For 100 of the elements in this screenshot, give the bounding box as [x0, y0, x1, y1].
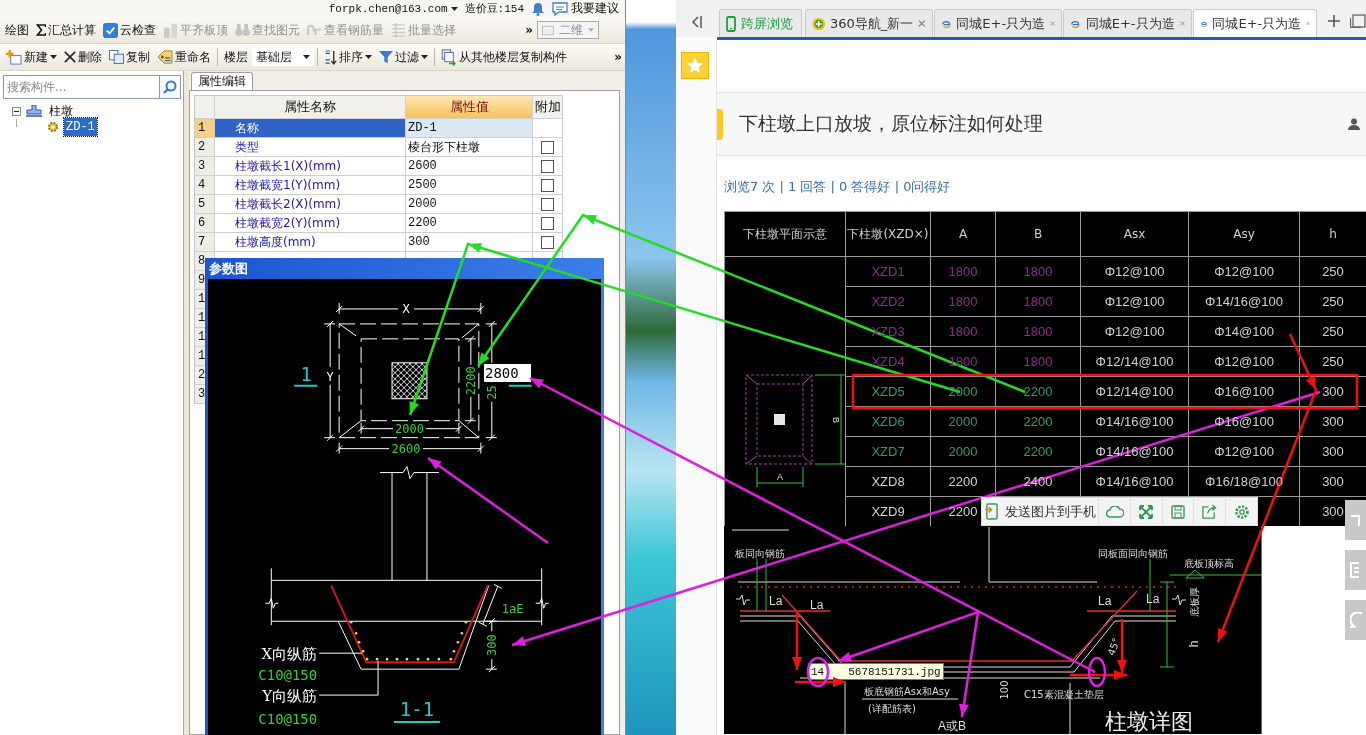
- property-value[interactable]: 2500: [406, 176, 533, 195]
- close-icon[interactable]: [1050, 19, 1056, 28]
- dimension-label: 2000: [395, 421, 424, 436]
- checkbox[interactable]: [541, 235, 554, 249]
- property-name[interactable]: 柱墩截宽1(Y)(mm): [215, 176, 406, 195]
- property-value[interactable]: ZD-1: [406, 119, 533, 138]
- browser-tab[interactable]: 360导航_新一: [804, 9, 933, 37]
- sort-button[interactable]: 排序: [321, 46, 375, 68]
- property-value[interactable]: 棱台形下柱墩: [406, 138, 533, 157]
- drawing-label: 45°: [1105, 636, 1122, 657]
- property-name[interactable]: 名称: [215, 119, 406, 138]
- checkbox[interactable]: [541, 216, 554, 230]
- leader-line: [318, 660, 379, 696]
- property-value[interactable]: 2000: [406, 195, 533, 214]
- table-cell: XZD7: [871, 444, 905, 459]
- sigma-icon: [36, 24, 46, 36]
- table-cell: 1800: [948, 354, 978, 369]
- table-cell: 250: [1322, 264, 1344, 279]
- browser-tab[interactable]: 同城E+-只为造: [1192, 9, 1318, 37]
- table-cell: 2200: [1023, 384, 1053, 399]
- close-icon[interactable]: [918, 19, 926, 28]
- row-number: 4: [195, 176, 215, 195]
- account-menu[interactable]: forpk.chen@163.com: [328, 2, 458, 15]
- rebar-label: Y向纵筋: [262, 687, 318, 706]
- dimension-label: A: [777, 472, 783, 482]
- checkbox[interactable]: [541, 178, 554, 192]
- tree-item[interactable]: 柱墩: [47, 104, 75, 118]
- browser-tab[interactable]: 同城E+-只为造: [1063, 9, 1192, 37]
- draw-button[interactable]: 绘图: [2, 19, 32, 41]
- table-cell: Φ12@100: [1104, 324, 1165, 339]
- more-button[interactable]: »: [611, 46, 625, 68]
- copy-button[interactable]: 复制: [106, 46, 153, 68]
- tree-item[interactable]: ZD-1: [64, 118, 97, 136]
- star-icon: [686, 57, 704, 74]
- copy-from-floor-button[interactable]: 从其他楼层复制构件: [438, 46, 570, 68]
- delete-button[interactable]: 删除: [61, 46, 105, 68]
- bean-balance: 造价豆:154: [464, 2, 524, 16]
- floor-select[interactable]: 基础层: [252, 48, 314, 66]
- annotation-ellipse: [806, 656, 830, 688]
- search-button[interactable]: [160, 75, 181, 99]
- table-cell: Φ12@100: [1214, 444, 1274, 459]
- speech-bubble-icon: [1350, 612, 1362, 628]
- property-value[interactable]: 2200: [406, 214, 533, 233]
- column-header: 下柱墩(XZD×): [847, 225, 929, 243]
- new-tab-button[interactable]: [1326, 13, 1343, 29]
- property-name[interactable]: 类型: [215, 138, 406, 157]
- collapse-icon[interactable]: [12, 106, 21, 116]
- property-tab[interactable]: 属性编辑: [191, 72, 253, 90]
- bell-icon[interactable]: [531, 1, 545, 16]
- filter-button[interactable]: 过滤: [376, 46, 431, 68]
- drawing-label: A或B: [938, 719, 966, 733]
- leader-line: [318, 652, 363, 654]
- column-header: 属性值: [406, 96, 533, 119]
- property-name[interactable]: 柱墩截宽2(Y)(mm): [215, 214, 406, 233]
- user-icon[interactable]: [1348, 118, 1360, 130]
- rebar-dot: [375, 657, 379, 661]
- checkbox[interactable]: [541, 159, 554, 173]
- expand-icon: [1139, 504, 1154, 519]
- dimension-input[interactable]: 2800: [484, 364, 531, 382]
- table-cell: XZD8: [871, 474, 905, 489]
- table-cell: Φ14@100: [1214, 324, 1274, 339]
- dimension-label: B: [831, 417, 841, 423]
- table-cell: XZD9: [871, 504, 905, 519]
- square-icon[interactable]: [1350, 14, 1366, 28]
- property-name[interactable]: 柱墩截长1(X)(mm): [215, 157, 406, 176]
- table-cell: 300: [1322, 504, 1344, 519]
- drawing-label: C15素混凝土垫层: [1024, 689, 1104, 700]
- browser-tab[interactable]: 同城E+-只为造: [933, 9, 1063, 37]
- filter-icon: [379, 50, 393, 64]
- property-name[interactable]: 柱墩高度(mm): [215, 233, 406, 252]
- checkbox[interactable]: [541, 140, 554, 154]
- row-number: 5: [195, 195, 215, 214]
- drawing-label: 底板厚: [1189, 587, 1200, 617]
- table-cell: Φ16@100: [1214, 384, 1274, 399]
- property-name[interactable]: 柱墩截长2(X)(mm): [215, 195, 406, 214]
- dimension-label: 2600: [391, 441, 421, 456]
- feedback-button[interactable]: 我要建议: [552, 0, 619, 17]
- more-button[interactable]: »: [522, 19, 536, 41]
- new-button[interactable]: 新建: [2, 46, 60, 68]
- drawing-label: 板底钢筋Asx和Asy: [864, 686, 950, 697]
- row-number: 7: [195, 233, 215, 252]
- property-value[interactable]: 2600: [406, 157, 533, 176]
- rename-button[interactable]: 重命名: [154, 46, 214, 68]
- rebar-dot: [365, 657, 369, 661]
- column-header: Asy: [1233, 227, 1255, 241]
- plus-icon: [1328, 15, 1341, 27]
- table-cell: 1800: [948, 264, 978, 279]
- table-cell: 2000: [948, 384, 978, 399]
- checkbox[interactable]: [541, 197, 554, 211]
- favorite-button[interactable]: [681, 52, 709, 79]
- search-field[interactable]: 搜索构件...: [3, 75, 160, 99]
- send-to-phone-button[interactable]: 发送图片到手机: [982, 498, 1099, 525]
- row-number: 3: [195, 157, 215, 176]
- dimension-label: 1aE: [501, 602, 524, 617]
- dimension-label: 300: [484, 634, 499, 656]
- rebar-dot: [456, 640, 460, 644]
- square-icon: [542, 24, 554, 36]
- cloud-check-button[interactable]: 云检查: [100, 19, 159, 41]
- close-icon[interactable]: [1179, 19, 1185, 28]
- summary-button[interactable]: 汇总计算: [33, 19, 99, 41]
